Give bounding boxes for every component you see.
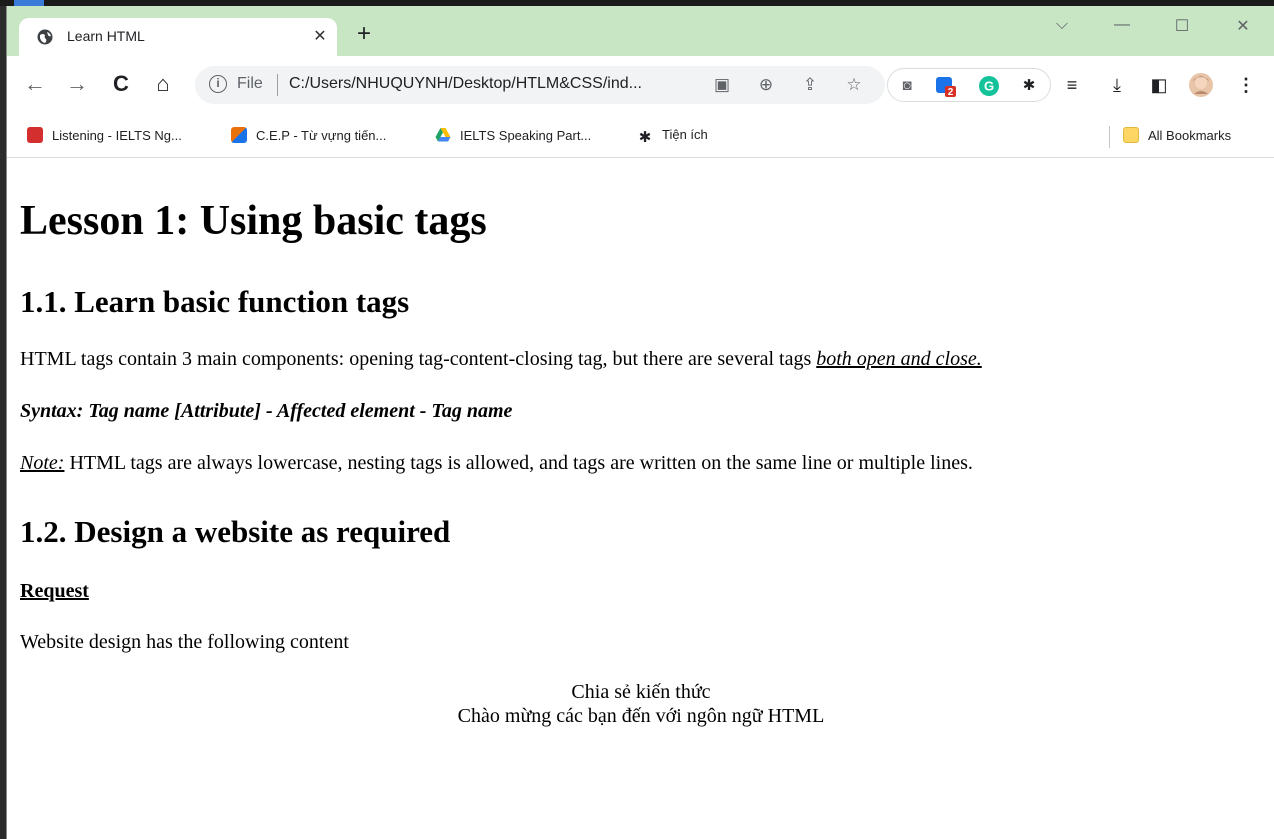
cep-icon xyxy=(231,127,247,143)
avatar[interactable] xyxy=(1188,72,1214,98)
bookmark-star-icon[interactable]: ☆ xyxy=(843,74,865,96)
toolbar: ← → C ⌂ i File C:/Users/NHUQUYNH/Desktop… xyxy=(7,56,1274,114)
all-bookmarks-button[interactable]: All Bookmarks xyxy=(1123,127,1231,143)
menu-kebab-icon[interactable]: ⋮ xyxy=(1233,72,1259,98)
side-panel-icon[interactable]: ◧ xyxy=(1146,72,1172,98)
bookmarks-bar: Listening - IELTS Ng... C.E.P - Từ vựng … xyxy=(7,114,1274,158)
site-info-icon[interactable]: i xyxy=(209,75,227,93)
description-text: Website design has the following content xyxy=(20,631,349,653)
all-bookmarks-label: All Bookmarks xyxy=(1148,128,1232,143)
bookmark-item-3[interactable]: ✱ Tiện ích xyxy=(637,127,708,146)
profile-avatar-icon xyxy=(1189,73,1213,97)
bookmark-label: Tiện ích xyxy=(662,127,708,142)
ielts-icon xyxy=(27,127,43,143)
new-tab-button[interactable]: + xyxy=(357,22,371,46)
tab-close-icon[interactable]: ✕ xyxy=(310,26,330,46)
browser-window: Learn HTML ✕ + ⌵ — ☐ ✕ ← → C ⌂ i File C:… xyxy=(6,6,1274,839)
bookmark-item-0[interactable]: Listening - IELTS Ng... xyxy=(27,127,182,143)
google-drive-icon xyxy=(435,127,451,143)
intro-text: HTML tags contain 3 main components: ope… xyxy=(20,348,817,370)
extensions-group: ◙ 2 G ✱ xyxy=(887,68,1051,102)
bookmark-item-1[interactable]: C.E.P - Từ vựng tiến... xyxy=(231,127,386,143)
url-text[interactable]: C:/Users/NHUQUYNH/Desktop/HTLM&CSS/ind..… xyxy=(289,75,642,93)
download-icon[interactable]: ⤓ xyxy=(1104,72,1130,98)
omnibox-divider xyxy=(277,74,278,96)
grammarly-logo: G xyxy=(979,76,999,96)
center-line-1: Chia sẻ kiến thức xyxy=(571,681,711,703)
zoom-icon[interactable]: ⊕ xyxy=(755,74,777,96)
home-button[interactable]: ⌂ xyxy=(149,70,177,98)
close-window-button[interactable]: ✕ xyxy=(1228,16,1258,36)
puzzle-icon: ✱ xyxy=(638,129,652,146)
puzzle-icon[interactable]: ✱ xyxy=(1018,75,1040,97)
camera-icon[interactable]: ◙ xyxy=(896,75,918,97)
center-line-2: Chào mừng các bạn đến với ngôn ngữ HTML xyxy=(457,705,825,727)
bookmark-label: Listening - IELTS Ng... xyxy=(52,128,182,143)
grammarly-icon[interactable]: G xyxy=(978,75,1000,97)
address-bar[interactable]: i File C:/Users/NHUQUYNH/Desktop/HTLM&CS… xyxy=(195,66,885,104)
note-text: HTML tags are always lowercase, nesting … xyxy=(64,452,973,474)
minimize-button[interactable]: — xyxy=(1107,16,1137,34)
section-heading-1-2: 1.2. Design a website as required xyxy=(20,514,451,549)
forward-button[interactable]: → xyxy=(63,70,91,98)
section-heading-1-1: 1.1. Learn basic function tags xyxy=(20,284,410,319)
bookmark-label: C.E.P - Từ vựng tiến... xyxy=(256,128,387,143)
reading-list-icon[interactable]: ≡ xyxy=(1059,72,1085,98)
scheme-label: File xyxy=(237,75,263,92)
request-label: Request xyxy=(20,580,89,602)
folder-icon xyxy=(1123,127,1139,143)
bookmark-item-2[interactable]: IELTS Speaking Part... xyxy=(435,127,591,143)
note-label: Note: xyxy=(20,452,65,474)
share-icon[interactable]: ⇪ xyxy=(799,74,821,96)
svg-text:2: 2 xyxy=(948,87,954,97)
back-button[interactable]: ← xyxy=(21,70,49,98)
blue-extension-icon: 2 xyxy=(936,77,956,98)
globe-icon xyxy=(37,29,53,45)
page-title: Lesson 1: Using basic tags xyxy=(20,198,487,244)
tab-strip: Learn HTML ✕ + ⌵ — ☐ ✕ xyxy=(7,6,1274,56)
tab-title: Learn HTML xyxy=(67,28,145,44)
translate-icon[interactable]: ▣ xyxy=(711,74,733,96)
maximize-button[interactable]: ☐ xyxy=(1167,16,1197,36)
bookmarks-divider xyxy=(1109,126,1110,148)
tab-learn-html[interactable]: Learn HTML ✕ xyxy=(19,18,337,56)
tab-search-chevron-icon[interactable]: ⌵ xyxy=(1047,16,1077,34)
both-open-close-text: both open and close. xyxy=(816,348,982,370)
intro-paragraph: HTML tags contain 3 main components: ope… xyxy=(20,348,982,371)
svg-text:G: G xyxy=(984,79,994,94)
note-paragraph: Note: HTML tags are always lowercase, ne… xyxy=(20,452,973,475)
syntax-line: Syntax: Tag name [Attribute] - Affected … xyxy=(20,400,513,422)
extension-badge-icon[interactable]: 2 xyxy=(934,75,956,98)
bookmark-label: IELTS Speaking Part... xyxy=(460,128,592,143)
reload-button[interactable]: C xyxy=(107,70,135,98)
page-content: Lesson 1: Using basic tags 1.1. Learn ba… xyxy=(7,159,1274,839)
